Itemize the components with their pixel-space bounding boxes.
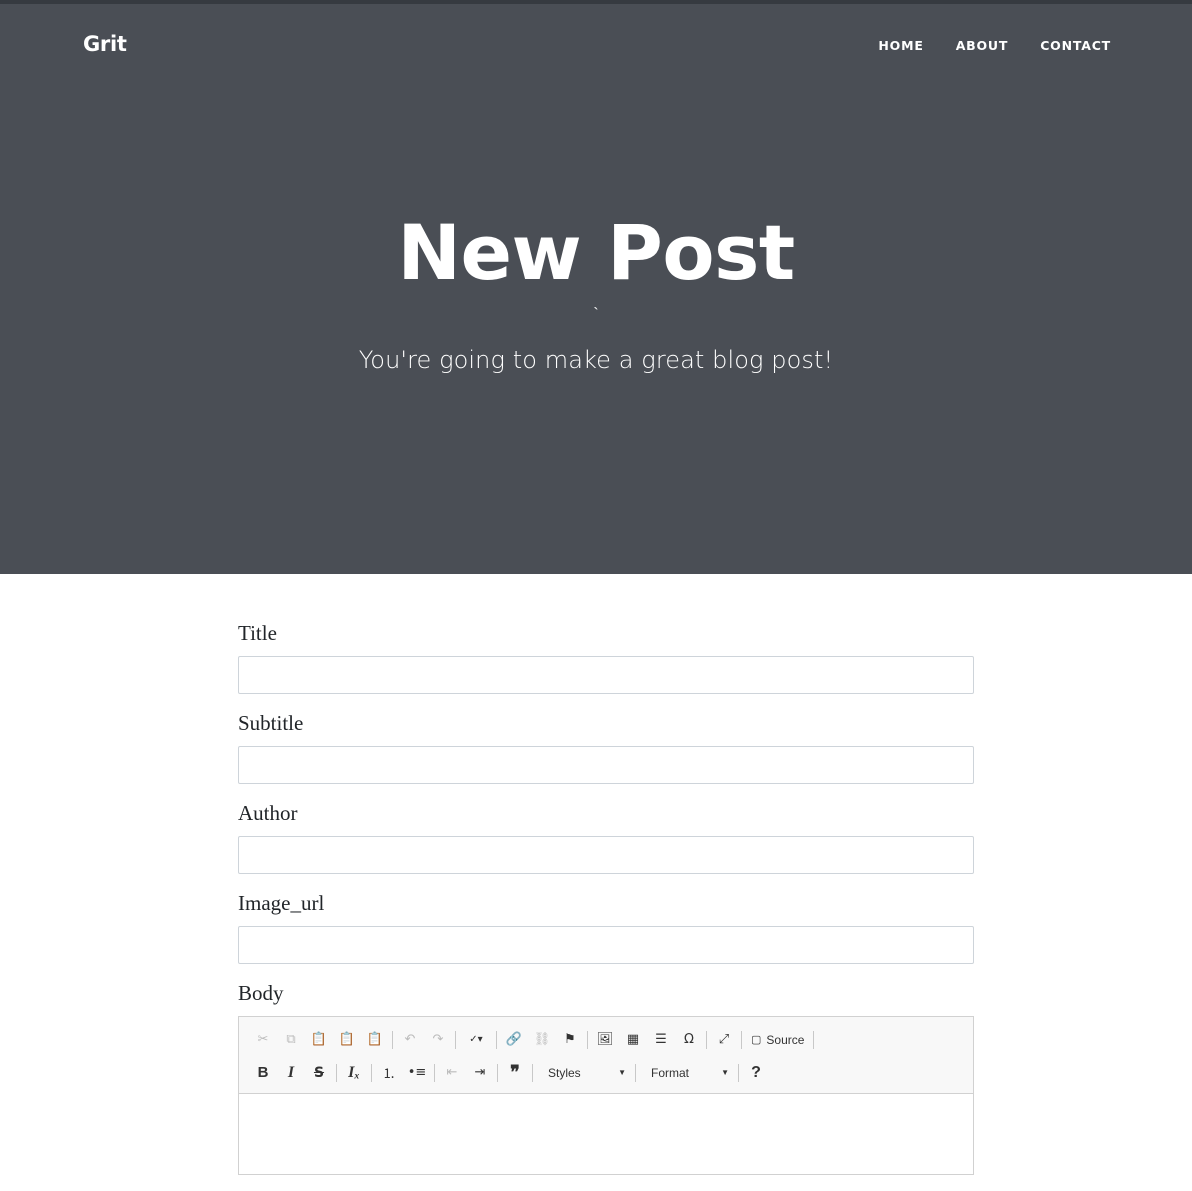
table-icon[interactable]: ▦ xyxy=(619,1027,647,1053)
special-char-icon[interactable]: Ω xyxy=(675,1027,703,1053)
toolbar-separator xyxy=(455,1030,456,1049)
help-icon[interactable]: ? xyxy=(742,1060,770,1086)
bulleted-list-icon[interactable]: •≡ xyxy=(403,1060,431,1086)
paste-word-icon[interactable]: 📋 xyxy=(361,1027,389,1053)
title-label: Title xyxy=(238,621,277,645)
remove-format-icon[interactable]: Iₓ xyxy=(340,1060,368,1086)
image-icon[interactable]: 🖼 xyxy=(591,1027,619,1053)
title-input[interactable] xyxy=(238,656,974,694)
author-input[interactable] xyxy=(238,836,974,874)
image-url-field-group: Image_url xyxy=(238,890,974,964)
toolbar-separator xyxy=(741,1030,742,1049)
format-dropdown[interactable]: Format ▼ xyxy=(639,1061,735,1085)
toolbar-row-1: ✂ ⧉ 📋 📋 📋 ↶ ↷ ✓▾ 🔗 ⛓ ⚑ 🖼 ▦ ☰ Ω ⤢ ▢ Sourc… xyxy=(249,1023,965,1056)
numbered-list-icon[interactable]: ⒈ xyxy=(375,1060,403,1086)
toolbar-separator xyxy=(371,1063,372,1082)
italic-icon[interactable]: I xyxy=(277,1060,305,1086)
source-doc-icon: ▢ xyxy=(751,1034,762,1046)
horizontal-line-icon[interactable]: ☰ xyxy=(647,1027,675,1053)
toolbar-separator xyxy=(497,1063,498,1082)
source-label: Source xyxy=(766,1032,805,1047)
rich-text-editor: ✂ ⧉ 📋 📋 📋 ↶ ↷ ✓▾ 🔗 ⛓ ⚑ 🖼 ▦ ☰ Ω ⤢ ▢ Sourc… xyxy=(238,1016,974,1175)
toolbar-row-2: B I S Iₓ ⒈ •≡ ⇤ ⇥ ❞ Styles ▼ Format ▼ ? xyxy=(249,1056,965,1089)
toolbar-separator xyxy=(392,1030,393,1049)
subtitle-label: Subtitle xyxy=(238,711,304,735)
nav-home[interactable]: HOME xyxy=(878,38,923,53)
title-field-group: Title xyxy=(238,620,974,694)
new-post-form: Title Subtitle Author Image_url Body ✂ ⧉… xyxy=(238,620,974,1191)
maximize-icon[interactable]: ⤢ xyxy=(710,1027,738,1053)
strikethrough-icon[interactable]: S xyxy=(305,1060,333,1086)
body-label: Body xyxy=(238,981,284,1005)
copy-icon[interactable]: ⧉ xyxy=(277,1027,305,1053)
paste-icon[interactable]: 📋 xyxy=(305,1027,333,1053)
anchor-flag-icon[interactable]: ⚑ xyxy=(556,1027,584,1053)
body-field-group: Body ✂ ⧉ 📋 📋 📋 ↶ ↷ ✓▾ 🔗 ⛓ ⚑ 🖼 ▦ ☰ Ω ⤢ ▢ … xyxy=(238,980,974,1175)
outdent-icon[interactable]: ⇤ xyxy=(438,1060,466,1086)
author-field-group: Author xyxy=(238,800,974,874)
toolbar-separator xyxy=(532,1063,533,1082)
chevron-down-icon: ▼ xyxy=(721,1068,729,1077)
format-label: Format xyxy=(651,1065,690,1080)
page-subtitle: You're going to make a great blog post! xyxy=(358,346,834,374)
stray-backtick: ` xyxy=(593,306,599,323)
spellcheck-icon[interactable]: ✓▾ xyxy=(459,1027,493,1053)
toolbar-separator xyxy=(706,1030,707,1049)
unlink-icon[interactable]: ⛓ xyxy=(528,1027,556,1053)
toolbar-separator xyxy=(738,1063,739,1082)
subtitle-input[interactable] xyxy=(238,746,974,784)
bold-icon[interactable]: B xyxy=(249,1060,277,1086)
link-icon[interactable]: 🔗 xyxy=(500,1027,528,1053)
hero-header: Grit HOME ABOUT CONTACT New Post ` You'r… xyxy=(0,4,1192,574)
toolbar-separator xyxy=(587,1030,588,1049)
indent-icon[interactable]: ⇥ xyxy=(466,1060,494,1086)
blockquote-icon[interactable]: ❞ xyxy=(501,1060,529,1086)
nav-about[interactable]: ABOUT xyxy=(956,38,1009,53)
image-url-input[interactable] xyxy=(238,926,974,964)
styles-label: Styles xyxy=(548,1065,581,1080)
page-title: New Post xyxy=(397,208,795,297)
author-label: Author xyxy=(238,801,298,825)
toolbar-separator xyxy=(336,1063,337,1082)
editor-toolbar: ✂ ⧉ 📋 📋 📋 ↶ ↷ ✓▾ 🔗 ⛓ ⚑ 🖼 ▦ ☰ Ω ⤢ ▢ Sourc… xyxy=(239,1017,973,1094)
source-button[interactable]: ▢ Source xyxy=(745,1027,810,1053)
toolbar-separator xyxy=(496,1030,497,1049)
image-url-label: Image_url xyxy=(238,891,325,915)
redo-icon[interactable]: ↷ xyxy=(424,1027,452,1053)
chevron-down-icon: ▼ xyxy=(618,1068,626,1077)
cut-icon[interactable]: ✂ xyxy=(249,1027,277,1053)
toolbar-separator xyxy=(434,1063,435,1082)
styles-dropdown[interactable]: Styles ▼ xyxy=(536,1061,632,1085)
brand-logo[interactable]: Grit xyxy=(83,32,127,56)
subtitle-field-group: Subtitle xyxy=(238,710,974,784)
toolbar-separator xyxy=(635,1063,636,1082)
toolbar-separator xyxy=(813,1030,815,1049)
editor-content-area[interactable] xyxy=(239,1094,973,1174)
undo-icon[interactable]: ↶ xyxy=(396,1027,424,1053)
paste-text-icon[interactable]: 📋 xyxy=(333,1027,361,1053)
main-nav: HOME ABOUT CONTACT xyxy=(878,38,1111,53)
nav-contact[interactable]: CONTACT xyxy=(1040,38,1111,53)
